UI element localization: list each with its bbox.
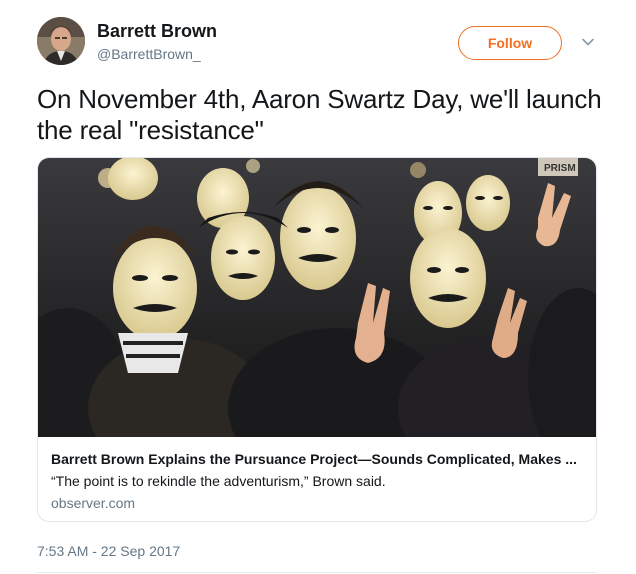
follow-button[interactable]: Follow bbox=[458, 26, 562, 60]
card-image-sign: PRISM bbox=[544, 163, 576, 174]
tweet: Barrett Brown @BarrettBrown_ Follow On N… bbox=[0, 0, 636, 574]
author-name[interactable]: Barrett Brown bbox=[97, 20, 217, 42]
card-image[interactable]: PRISM bbox=[38, 158, 596, 488]
tweet-text: On November 4th, Aaron Swartz Day, we'll… bbox=[37, 84, 602, 145]
card-description: “The point is to rekindle the adventuris… bbox=[51, 473, 386, 489]
divider bbox=[37, 572, 597, 573]
card-title[interactable]: Barrett Brown Explains the Pursuance Pro… bbox=[51, 450, 586, 468]
author-handle[interactable]: @BarrettBrown_ bbox=[97, 45, 201, 63]
card-domain: observer.com bbox=[51, 495, 136, 511]
link-card[interactable]: PRISM Barrett Brown Explains the Pursuan… bbox=[37, 157, 597, 522]
chevron-down-icon[interactable] bbox=[580, 34, 596, 50]
avatar[interactable] bbox=[37, 17, 85, 65]
tweet-timestamp[interactable]: 7:53 AM - 22 Sep 2017 bbox=[37, 542, 180, 560]
